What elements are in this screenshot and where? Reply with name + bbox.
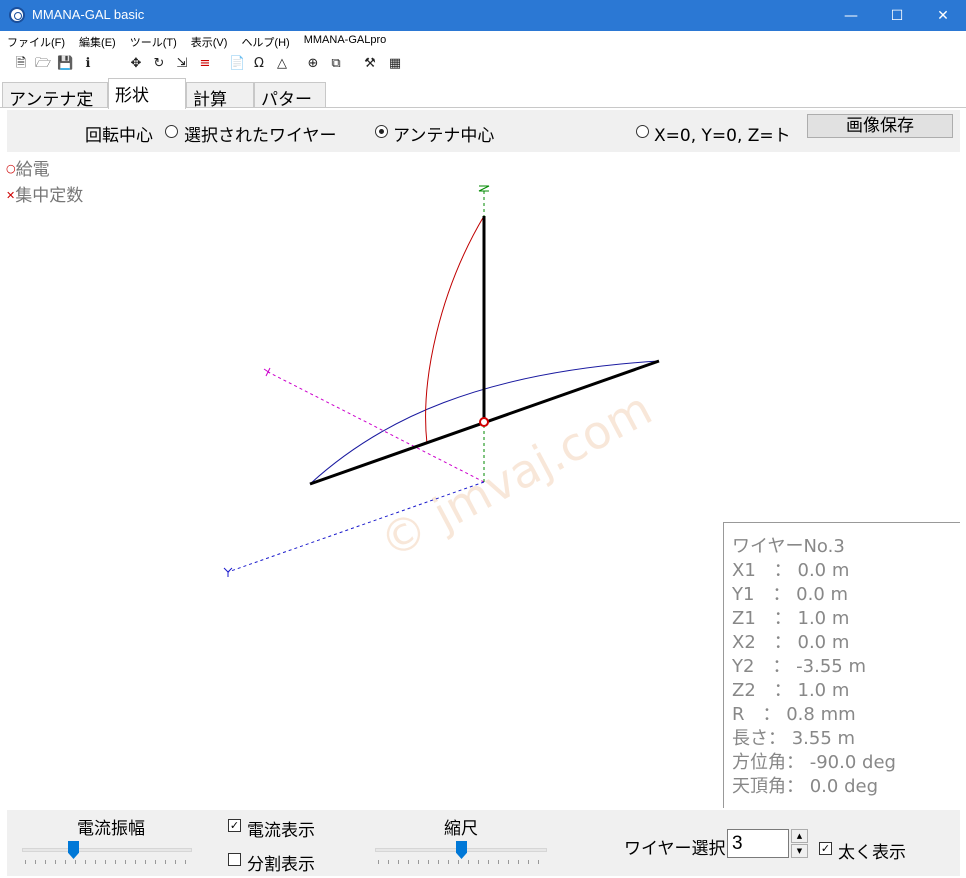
x-axis [267, 371, 485, 483]
wire-info-zenith: 天頂角： 0.0 deg [732, 776, 878, 797]
omega-icon[interactable]: Ω [251, 56, 267, 72]
menu-tools[interactable]: ツール(T) [123, 31, 184, 51]
resize-icon[interactable]: ⇲ [174, 56, 190, 72]
menu-view[interactable]: 表示(V) [184, 31, 235, 51]
menu-help[interactable]: ヘルプ(H) [234, 31, 296, 51]
wire-info-length: 長さ： 3.55 m [732, 728, 856, 749]
calculator-icon[interactable]: ▦ [387, 56, 403, 72]
tab-calculate[interactable]: 計算 [186, 82, 254, 110]
wire-info-panel: ワイヤーNo.3 X1 ： 0.0 m Y1 ： 0.0 m Z1 ： 1.0 … [723, 522, 960, 808]
z-axis-label [478, 185, 490, 192]
watermark: © jmvaj.com [371, 381, 661, 569]
radio-selected-wire[interactable] [165, 125, 178, 138]
scale-ticks [378, 860, 544, 864]
toolbar: 🗎 🗁 💾 ℹ ✥ ↻ ⇲ ≡ 📄 Ω △ ⊕ ⧉ ⚒ ▦ [0, 52, 966, 76]
wire-select-label: ワイヤー選択 [624, 839, 726, 859]
info-icon[interactable]: ℹ [80, 56, 96, 72]
menu-edit[interactable]: 編集(E) [72, 31, 123, 51]
tab-pattern[interactable]: パターン [254, 82, 326, 135]
wire-info-x2: X2 ： 0.0 m [732, 632, 850, 653]
tab-geometry[interactable]: 形状 [108, 78, 186, 109]
tools-icon[interactable]: ⚒ [362, 56, 378, 72]
scale-label: 縮尺 [444, 819, 478, 839]
wire-info-x1: X1 ： 0.0 m [732, 560, 850, 581]
geometry-view[interactable]: © jmvaj.com [0, 152, 720, 812]
show-current-checkbox[interactable]: ✓ [228, 819, 241, 832]
title-bar: MMANA-GAL basic — ☐ ✕ [0, 0, 966, 31]
show-current-label[interactable]: 電流表示 [247, 816, 315, 841]
open-folder-icon[interactable]: 🗁 [35, 56, 51, 72]
tab-antenna-definition[interactable]: アンテナ定義 [2, 82, 108, 135]
rotation-controls: 回転中心 選択されたワイヤー アンテナ中心 X=0, Y=0, Z=ト 画像保存 [7, 110, 960, 152]
maximize-button[interactable]: ☐ [874, 0, 920, 31]
current-amplitude-label: 電流振幅 [77, 819, 145, 839]
new-file-icon[interactable]: 🗎 [13, 56, 29, 72]
split-icon[interactable]: ≡ [197, 56, 213, 72]
bold-display-checkbox[interactable]: ✓ [819, 842, 832, 855]
x-axis-label [263, 367, 271, 377]
feed-point-marker [479, 417, 489, 427]
wire-info-title: ワイヤーNo.3 [732, 536, 845, 557]
rotation-center-label: 回転中心 [85, 126, 153, 146]
window-title: MMANA-GAL basic [32, 7, 145, 22]
menu-bar: ファイル(F) 編集(E) ツール(T) 表示(V) ヘルプ(H) MMANA-… [0, 31, 966, 51]
current-amplitude-track[interactable] [22, 848, 192, 852]
save-image-button[interactable]: 画像保存 [807, 114, 953, 138]
current-amplitude-ticks [25, 860, 189, 864]
bottom-controls: 電流振幅 ✓ 電流表示 分割表示 縮尺 ワイヤー選択 ▲ ▼ ✓ 太く表示 [7, 810, 960, 876]
copy-icon[interactable]: ⧉ [328, 56, 344, 72]
close-button[interactable]: ✕ [920, 0, 966, 31]
save-icon[interactable]: 💾 [57, 56, 73, 72]
wire-info-y2: Y2 ： -3.55 m [732, 656, 866, 677]
scale-slider[interactable] [456, 841, 467, 859]
bold-display-label[interactable]: 太く表示 [838, 838, 906, 863]
wire-info-z1: Z1 ： 1.0 m [732, 608, 850, 629]
document-icon[interactable]: 📄 [229, 56, 245, 72]
tab-bar: アンテナ定義 形状 計算 パターン [0, 76, 966, 135]
menu-file[interactable]: ファイル(F) [0, 31, 72, 51]
wire-select-down-button[interactable]: ▼ [791, 844, 808, 858]
radio-origin[interactable] [636, 125, 649, 138]
radio-antenna-center-label[interactable]: アンテナ中心 [393, 121, 494, 146]
show-split-label[interactable]: 分割表示 [247, 850, 315, 875]
menu-pro[interactable]: MMANA-GALpro [297, 31, 394, 51]
current-amplitude-slider[interactable] [68, 841, 79, 859]
wire-info-radius: R ： 0.8 mm [732, 704, 856, 725]
wire-info-y1: Y1 ： 0.0 m [732, 584, 849, 605]
move-icon[interactable]: ✥ [128, 56, 144, 72]
radio-origin-label[interactable]: X=0, Y=0, Z=ト [654, 121, 791, 146]
wire-info-azimuth: 方位角： -90.0 deg [732, 752, 896, 773]
minimize-button[interactable]: — [828, 0, 874, 31]
wire-info-z2: Z2 ： 1.0 m [732, 680, 850, 701]
y-axis-label [223, 567, 233, 577]
wire-select-input[interactable] [727, 829, 789, 858]
current-curve-vertical [425, 215, 485, 445]
rotate-icon[interactable]: ↻ [151, 56, 167, 72]
show-split-checkbox[interactable] [228, 853, 241, 866]
radio-selected-wire-label[interactable]: 選択されたワイヤー [184, 121, 337, 146]
target-icon[interactable]: ⊕ [305, 56, 321, 72]
wire-select-up-button[interactable]: ▲ [791, 829, 808, 843]
triangle-icon[interactable]: △ [274, 56, 290, 72]
radio-antenna-center[interactable] [375, 125, 388, 138]
app-icon [9, 7, 25, 23]
